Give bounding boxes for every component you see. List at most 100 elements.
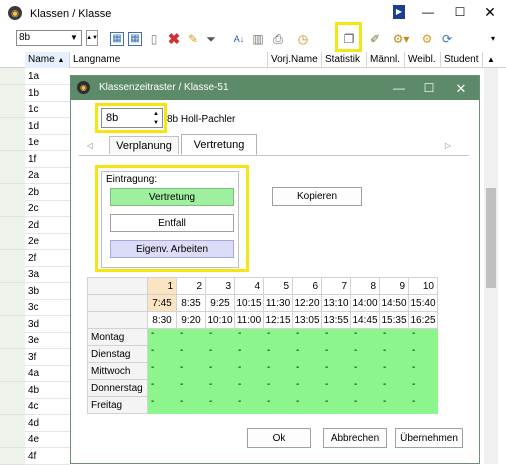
list-item[interactable]: 2c bbox=[25, 200, 70, 217]
list-item[interactable]: 4d bbox=[25, 415, 70, 432]
row-header[interactable] bbox=[0, 84, 25, 102]
minimize-icon[interactable]: — bbox=[418, 4, 438, 20]
settings-dropdown-icon[interactable]: ⚙▾ bbox=[391, 32, 411, 46]
print-icon[interactable]: ⎙ bbox=[271, 32, 285, 46]
grid-cell[interactable]: - bbox=[350, 379, 380, 397]
period-number[interactable]: 5 bbox=[263, 277, 293, 295]
grid-cell[interactable]: - bbox=[408, 362, 438, 380]
list-item[interactable]: 1d bbox=[25, 118, 70, 135]
list-item[interactable]: 3d bbox=[25, 316, 70, 333]
row-header[interactable] bbox=[0, 249, 25, 267]
dialog-maximize-icon[interactable]: ☐ bbox=[421, 80, 437, 96]
period-number[interactable]: 7 bbox=[321, 277, 351, 295]
grid-cell[interactable]: - bbox=[321, 396, 351, 414]
new-record-icon[interactable]: ▯ bbox=[147, 32, 161, 46]
tab-vertretung[interactable]: Vertretung bbox=[181, 134, 257, 155]
grid-cell[interactable]: - bbox=[408, 345, 438, 363]
col-student[interactable]: Student bbox=[441, 52, 483, 68]
grid-cell[interactable]: - bbox=[379, 379, 409, 397]
grid-cell[interactable]: - bbox=[321, 379, 351, 397]
row-header[interactable] bbox=[0, 299, 25, 316]
grid-cell[interactable]: - bbox=[408, 396, 438, 414]
row-header[interactable] bbox=[0, 365, 25, 382]
grid-cell[interactable]: - bbox=[321, 328, 351, 346]
grid-cell[interactable]: - bbox=[292, 379, 322, 397]
period-number[interactable]: 10 bbox=[408, 277, 438, 295]
grid-cell[interactable]: - bbox=[176, 328, 206, 346]
list-item[interactable]: 4f bbox=[25, 448, 70, 465]
col-langname[interactable]: Langname bbox=[70, 52, 268, 68]
scroll-up-icon[interactable]: ▲ bbox=[485, 54, 497, 66]
list-item[interactable]: 2d bbox=[25, 217, 70, 234]
grid-cell[interactable]: - bbox=[234, 362, 264, 380]
filter-icon[interactable]: ⏷ bbox=[204, 32, 218, 46]
kopieren-button[interactable]: Kopieren bbox=[272, 187, 362, 206]
grid-cell[interactable]: - bbox=[234, 345, 264, 363]
maximize-icon[interactable]: ☐ bbox=[450, 4, 470, 20]
row-header[interactable] bbox=[0, 414, 25, 432]
row-header[interactable] bbox=[0, 266, 25, 283]
grid-new-icon[interactable]: ▦ bbox=[110, 32, 124, 46]
period-number[interactable]: 6 bbox=[292, 277, 322, 295]
edit-record-icon[interactable]: ✎ bbox=[186, 32, 200, 46]
refresh-icon[interactable]: ⟳ bbox=[440, 32, 454, 46]
dialog-minimize-icon[interactable]: — bbox=[391, 80, 407, 96]
row-header[interactable] bbox=[0, 117, 25, 135]
period-number[interactable]: 9 bbox=[379, 277, 409, 295]
row-header[interactable] bbox=[0, 233, 25, 250]
list-item[interactable]: 1b bbox=[25, 85, 70, 102]
row-header[interactable] bbox=[0, 167, 25, 184]
tab-scroll-right-icon[interactable]: ▷ bbox=[443, 140, 453, 152]
grid-cell[interactable]: - bbox=[292, 328, 322, 346]
grid-cell[interactable]: - bbox=[379, 396, 409, 414]
grid-cell[interactable]: - bbox=[321, 345, 351, 363]
close-icon[interactable]: ✕ bbox=[480, 4, 500, 20]
grid-cell[interactable]: - bbox=[147, 396, 177, 414]
list-item[interactable]: 4b bbox=[25, 382, 70, 399]
list-item[interactable]: 3f bbox=[25, 349, 70, 366]
grid-cell[interactable]: - bbox=[176, 396, 206, 414]
period-number[interactable]: 3 bbox=[205, 277, 235, 295]
grid-cell[interactable]: - bbox=[292, 362, 322, 380]
grid-icon[interactable]: ▦ bbox=[128, 32, 142, 46]
period-number[interactable]: 8 bbox=[350, 277, 380, 295]
grid-cell[interactable]: - bbox=[205, 396, 235, 414]
grid-cell[interactable]: - bbox=[205, 345, 235, 363]
row-header[interactable] bbox=[0, 101, 25, 118]
row-header[interactable] bbox=[0, 332, 25, 349]
grid-cell[interactable]: - bbox=[147, 345, 177, 363]
sort-icon[interactable]: A↓ bbox=[231, 32, 247, 46]
gear-icon[interactable]: ⚙ bbox=[420, 32, 434, 46]
list-item[interactable]: 1c bbox=[25, 101, 70, 118]
period-number[interactable]: 1 bbox=[147, 277, 177, 295]
row-header[interactable] bbox=[0, 381, 25, 399]
grid-cell[interactable]: - bbox=[379, 345, 409, 363]
grid-cell[interactable]: - bbox=[408, 379, 438, 397]
row-header[interactable] bbox=[0, 447, 25, 465]
tab-scroll-left-icon[interactable]: ◁ bbox=[85, 140, 95, 152]
grid-cell[interactable]: - bbox=[263, 362, 293, 380]
row-header[interactable] bbox=[0, 183, 25, 201]
list-item[interactable]: 4e bbox=[25, 431, 70, 448]
row-header[interactable] bbox=[0, 398, 25, 415]
ok-button[interactable]: Ok bbox=[247, 428, 311, 448]
row-header[interactable] bbox=[0, 216, 25, 234]
grid-cell[interactable]: - bbox=[263, 328, 293, 346]
class-select[interactable]: 8b ▼ bbox=[16, 30, 82, 46]
flag-icon[interactable]: ▶ bbox=[393, 5, 405, 19]
toolbar-overflow-icon[interactable]: ▾ bbox=[488, 34, 498, 44]
grid-cell[interactable]: - bbox=[176, 379, 206, 397]
grid-cell[interactable]: - bbox=[292, 345, 322, 363]
row-header[interactable] bbox=[0, 431, 25, 448]
col-weibl[interactable]: Weibl. bbox=[405, 52, 441, 68]
list-item[interactable]: 2b bbox=[25, 184, 70, 201]
row-header[interactable] bbox=[0, 150, 25, 168]
list-item[interactable]: 3e bbox=[25, 332, 70, 349]
cancel-button[interactable]: Abbrechen bbox=[323, 428, 387, 448]
col-vorj-name[interactable]: Vorj.Name bbox=[268, 52, 322, 68]
grid-cell[interactable]: - bbox=[205, 328, 235, 346]
row-header[interactable] bbox=[0, 315, 25, 333]
row-header[interactable] bbox=[0, 348, 25, 366]
period-number[interactable]: 2 bbox=[176, 277, 206, 295]
list-item[interactable]: 2f bbox=[25, 250, 70, 267]
